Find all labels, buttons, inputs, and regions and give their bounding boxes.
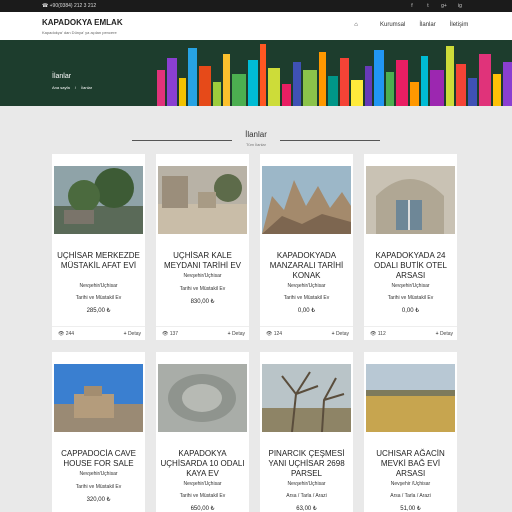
plus-icon: + <box>435 331 439 337</box>
listing-location: Nevşehir/Uçhisar <box>287 283 326 289</box>
plus-icon: + <box>123 331 127 337</box>
listing-price: 51,00 ₺ <box>400 506 421 512</box>
brand-tagline: Kapadokya' dan Dünya' ya açılan pencere <box>42 30 117 35</box>
listing-price: 650,00 ₺ <box>190 506 215 512</box>
navbar: KAPADOKYA EMLAK Kapadokya' dan Dünya' ya… <box>0 12 512 40</box>
listing-title[interactable]: CAPPADOCİA CAVE HOUSE FOR SALE <box>54 449 143 469</box>
view-count: 👁 137 <box>162 331 179 337</box>
listing-photo[interactable] <box>262 166 351 234</box>
listing-type: Tarihi ve Müstakil Ev <box>283 295 330 301</box>
listing-title[interactable]: UÇHİSAR MERKEZDE MÜSTAKİL AFAT EVİ <box>54 251 143 271</box>
breadcrumb-home[interactable]: Ana sayfa <box>52 85 70 90</box>
top-bar: ☎ +90(0384) 212 3 212 f t g+ ig <box>0 0 512 12</box>
eye-icon: 👁 <box>58 331 65 337</box>
detail-button[interactable]: + Detay <box>436 331 453 337</box>
brand-logo[interactable]: KAPADOKYA EMLAK Kapadokya' dan Dünya' ya… <box>42 18 123 35</box>
listing-photo[interactable] <box>262 364 351 432</box>
listing-photo[interactable] <box>366 166 455 234</box>
home-icon[interactable]: ⌂ <box>346 22 366 28</box>
listing-type: Arsa / Tarla / Arazi <box>286 493 327 499</box>
listing-price: 320,00 ₺ <box>86 497 111 503</box>
section-title: İlanlar <box>245 130 267 139</box>
listing-price: 830,00 ₺ <box>190 299 215 305</box>
nav-item-iletisim[interactable]: İletişim <box>450 22 469 28</box>
listing-photo[interactable] <box>366 364 455 432</box>
twitter-icon[interactable]: t <box>424 2 432 10</box>
listing-card[interactable]: KAPADOKYADA 24 ODALI BUTİK OTEL ARSASI N… <box>364 154 457 340</box>
breadcrumb: Ana sayfa / İlanlar <box>52 85 96 90</box>
eye-icon: 👁 <box>370 331 377 337</box>
listing-price: 0,00 ₺ <box>297 308 316 314</box>
detail-button[interactable]: + Detay <box>332 331 349 337</box>
brand-name: KAPADOKYA EMLAK <box>42 18 123 27</box>
plus-icon: + <box>227 331 231 337</box>
listing-price: 63,00 ₺ <box>296 506 317 512</box>
google-plus-icon[interactable]: g+ <box>440 2 448 10</box>
breadcrumb-current: İlanlar <box>81 85 93 90</box>
page-title: İlanlar <box>52 73 72 80</box>
listing-location: Nevşehir/Uçhisar <box>183 273 222 279</box>
divider-left <box>132 140 232 141</box>
view-count: 👁 112 <box>370 331 386 337</box>
listing-price: 0,00 ₺ <box>401 308 420 314</box>
listing-card[interactable]: UÇHİSAR KALE MEYDANI TARİHİ EV Nevşehir/… <box>156 154 249 340</box>
detail-button[interactable]: + Detay <box>124 331 141 337</box>
view-count: 👁 244 <box>58 331 75 337</box>
listing-location: Nevşehir/Uçhisar <box>183 481 222 487</box>
listing-footer: 👁 137 + Detay <box>156 326 249 340</box>
listing-location: Nevşehir/Uçhisar <box>287 481 326 487</box>
listing-location: Nevşehir/Uçhisar <box>391 283 430 289</box>
plus-icon: + <box>331 331 335 337</box>
listing-type: Arsa / Tarla / Arazi <box>390 493 431 499</box>
listing-location: Nevşehir /Uçhisar <box>390 481 431 487</box>
breadcrumb-separator: / <box>74 85 77 90</box>
listing-footer: 👁 112 + Detay <box>364 326 457 340</box>
listing-price: 285,00 ₺ <box>86 308 111 314</box>
listing-card[interactable]: PINARCIK ÇEŞMESİ YANI UÇHİSAR 2698 PARSE… <box>260 352 353 512</box>
listing-photo[interactable] <box>158 166 247 234</box>
listing-type: Tarihi ve Müstakil Ev <box>179 493 226 499</box>
listing-card[interactable]: UCHISAR AĞACİN MEVKİ BAĞ EVİ ARSASI Nevş… <box>364 352 457 512</box>
facebook-icon[interactable]: f <box>408 2 416 10</box>
eye-icon: 👁 <box>266 331 273 337</box>
main-nav: ⌂ Kurumsal İlanlar İletişim <box>346 22 468 28</box>
instagram-icon[interactable]: ig <box>456 2 464 10</box>
section-subtitle: Tüm İlanlar <box>245 142 266 147</box>
listing-title[interactable]: UCHISAR AĞACİN MEVKİ BAĞ EVİ ARSASI <box>366 449 455 479</box>
listing-type: Tarihi ve Müstakil Ev <box>387 295 434 301</box>
phone-number[interactable]: ☎ +90(0384) 212 3 212 <box>42 3 96 9</box>
divider-right <box>280 140 380 141</box>
nav-item-kurumsal[interactable]: Kurumsal <box>380 22 405 28</box>
listing-title[interactable]: PINARCIK ÇEŞMESİ YANI UÇHİSAR 2698 PARSE… <box>262 449 351 479</box>
social-links: f t g+ ig <box>408 2 464 10</box>
listing-type: Tarihi ve Müstakil Ev <box>75 484 122 490</box>
listing-footer: 👁 244 + Detay <box>52 326 145 340</box>
view-count: 👁 124 <box>266 331 283 337</box>
detail-button[interactable]: + Detay <box>228 331 245 337</box>
city-skyline-illustration <box>157 44 512 106</box>
listing-title[interactable]: KAPADOKYADA MANZARALI TARİHİ KONAK <box>262 251 351 281</box>
listing-location: Nevşehir/Uçhisar <box>79 283 118 289</box>
listing-card[interactable]: CAPPADOCİA CAVE HOUSE FOR SALE Nevşehir/… <box>52 352 145 512</box>
listing-title[interactable]: UÇHİSAR KALE MEYDANI TARİHİ EV <box>158 251 247 271</box>
section-header: İlanlar Tüm İlanlar <box>0 128 512 152</box>
eye-icon: 👁 <box>162 331 169 337</box>
page-hero-banner: İlanlar Ana sayfa / İlanlar <box>0 40 512 106</box>
listing-photo[interactable] <box>158 364 247 432</box>
nav-item-ilanlar[interactable]: İlanlar <box>419 22 435 28</box>
listing-card[interactable]: KAPADOKYADA MANZARALI TARİHİ KONAK Nevşe… <box>260 154 353 340</box>
listing-card[interactable]: KAPADOKYA UÇHİSARDA 10 ODALI KAYA EV Nev… <box>156 352 249 512</box>
listing-type: Tarihi ve Müstakil Ev <box>179 286 226 292</box>
listing-type: Tarihi ve Müstakil Ev <box>75 295 122 301</box>
listing-title[interactable]: KAPADOKYA UÇHİSARDA 10 ODALI KAYA EV <box>158 449 247 479</box>
listing-footer: 👁 124 + Detay <box>260 326 353 340</box>
listing-photo[interactable] <box>54 364 143 432</box>
listing-card[interactable]: UÇHİSAR MERKEZDE MÜSTAKİL AFAT EVİ Nevşe… <box>52 154 145 340</box>
listing-title[interactable]: KAPADOKYADA 24 ODALI BUTİK OTEL ARSASI <box>366 251 455 281</box>
listing-photo[interactable] <box>54 166 143 234</box>
listing-location: Nevşehir/Uçhisar <box>79 471 118 477</box>
